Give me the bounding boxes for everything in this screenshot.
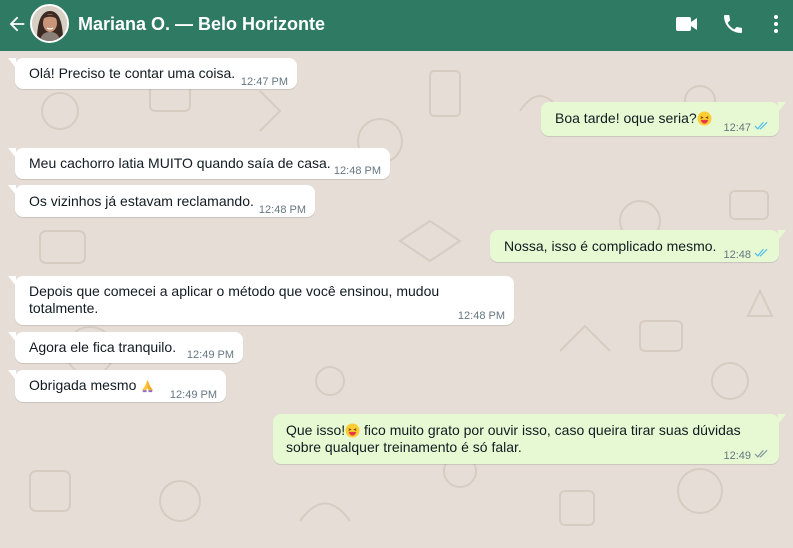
read-receipt-icon (754, 248, 768, 257)
grinning-squinting-face-icon (697, 111, 712, 126)
video-call-icon[interactable] (674, 12, 700, 36)
grinning-squinting-face-icon (345, 423, 360, 438)
message-text: Olá! Preciso te contar uma coisa. (29, 65, 236, 81)
message-incoming[interactable]: Os vizinhos já estavam reclamando. 12:48… (8, 185, 315, 217)
message-time: 12:48 PM (258, 204, 306, 216)
message-text: Que isso! fico muito grato por ouvir iss… (286, 422, 741, 455)
folded-hands-icon (142, 379, 154, 393)
chat-header: Mariana O. — Belo Horizonte (0, 0, 793, 51)
message-text: Os vizinhos já estavam reclamando. (29, 193, 254, 209)
message-outgoing[interactable]: Nossa, isso é complicado mesmo. 12:48 (490, 230, 786, 262)
message-outgoing[interactable]: Boa tarde! oque seria? 12:47 (541, 102, 786, 136)
message-time: 12:47 (723, 122, 751, 134)
delivered-receipt-icon (754, 449, 768, 458)
contact-name[interactable]: Mariana O. — Belo Horizonte (78, 14, 325, 35)
phone-icon[interactable] (720, 12, 746, 36)
back-arrow-icon[interactable] (6, 13, 28, 35)
message-incoming[interactable]: Olá! Preciso te contar uma coisa. 12:47 … (8, 58, 297, 89)
message-text: Depois que comecei a aplicar o método qu… (29, 283, 440, 316)
message-text: Nossa, isso é complicado mesmo. (504, 238, 717, 254)
message-outgoing[interactable]: Que isso! fico muito grato por ouvir iss… (273, 414, 786, 464)
menu-dots-icon[interactable] (766, 12, 786, 36)
message-time: 12:47 PM (240, 76, 288, 88)
message-incoming[interactable]: Obrigada mesmo 12:49 PM (8, 370, 226, 402)
message-list[interactable]: Olá! Preciso te contar uma coisa. 12:47 … (0, 51, 793, 548)
message-incoming[interactable]: Depois que comecei a aplicar o método qu… (8, 276, 514, 325)
message-incoming[interactable]: Agora ele fica tranquilo. 12:49 PM (8, 332, 243, 363)
message-time: 12:48 PM (457, 310, 505, 322)
message-time: 12:49 PM (169, 389, 217, 401)
message-text: Boa tarde! oque seria? (555, 110, 712, 127)
message-incoming[interactable]: Meu cachorro latia MUITO quando saía de … (8, 148, 390, 179)
message-text: Agora ele fica tranquilo. (29, 339, 177, 355)
message-time: 12:49 PM (186, 349, 234, 361)
message-text: Obrigada mesmo (29, 377, 155, 394)
read-receipt-icon (754, 121, 768, 130)
message-text: Meu cachorro latia MUITO quando saía de … (29, 155, 331, 171)
message-time: 12:48 (723, 249, 751, 261)
avatar[interactable] (30, 4, 69, 43)
message-time: 12:48 PM (333, 165, 381, 177)
message-time: 12:49 (723, 450, 751, 462)
